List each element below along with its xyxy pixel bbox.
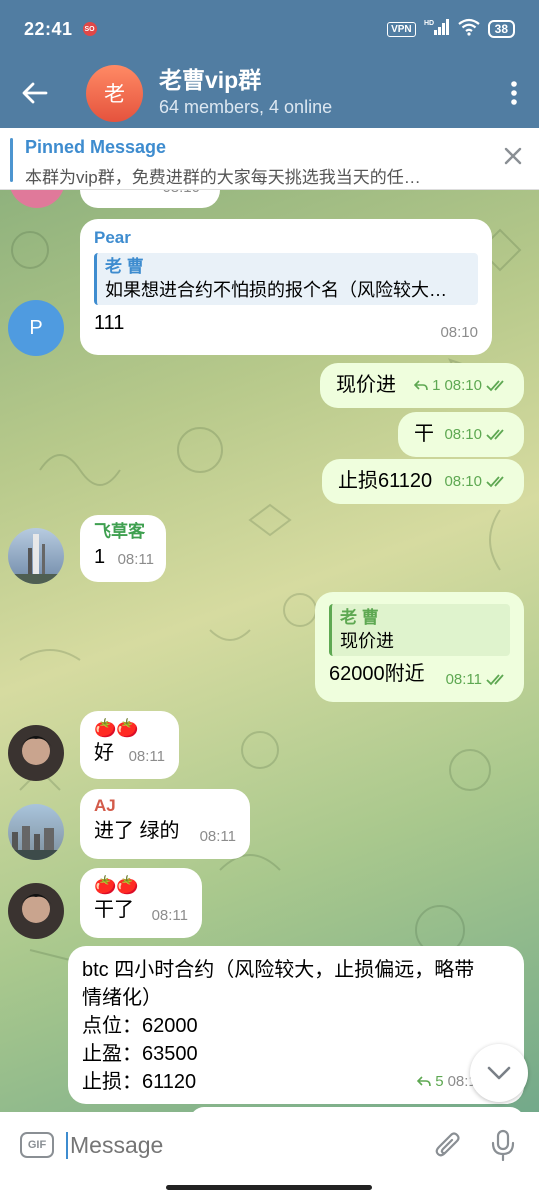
double-check-icon (486, 380, 504, 392)
message-text-line: 点位：62000 (82, 1015, 198, 1037)
pinned-message[interactable]: Pinned Message 本群为vip群，免费进群的大家每天挑选我当天的任… (0, 128, 539, 190)
paperclip-icon (435, 1132, 460, 1157)
message-text: 现价进 (336, 374, 396, 396)
so-badge: SO (82, 22, 97, 36)
status-icons: VPN HD 38 (387, 18, 515, 41)
avatar[interactable]: P (8, 300, 64, 356)
message-text-line: btc 四小时合约（风险较大，止损偏远，略带 (82, 959, 475, 981)
rocket-photo-icon (8, 534, 64, 584)
more-menu-button[interactable] (489, 58, 539, 128)
message-time: 08:10 (162, 190, 200, 202)
reply-count: 1 (432, 377, 441, 394)
scroll-down-button[interactable] (470, 1044, 528, 1102)
reply-quote[interactable]: 老 曹 现价进 (329, 604, 510, 656)
system-nav-bar (0, 1178, 539, 1200)
message-text: 止损61120 (338, 470, 433, 492)
message-meta: 1 08:10 (414, 372, 510, 400)
sender-name[interactable]: Pear (94, 227, 478, 249)
group-avatar[interactable]: 老 (86, 64, 143, 122)
chat-header: 老 老曹vip群 64 members, 4 online (0, 58, 539, 128)
sender-name[interactable]: 🍅🍅 (94, 874, 188, 896)
message-time: 08:11 (128, 748, 165, 765)
quote-sender: 老 曹 (105, 257, 144, 276)
message-text-line: 情绪化） (82, 987, 162, 1009)
message-meta: 08:11 (446, 666, 510, 694)
sender-name[interactable]: 🍅🍅 (94, 717, 165, 739)
double-check-icon (486, 476, 504, 488)
message-bubble[interactable]: btc 四小时合约（风险较大，止损偏远，略带 情绪化） 点位：62000 止盈：… (68, 946, 524, 1104)
message-text: 111 (94, 312, 125, 334)
message-time: 08:11 (151, 907, 188, 924)
pinned-indicator (10, 138, 13, 182)
chat-area[interactable]: 08:10 P Pear 老 曹 如果想进合约不怕损的报个名（风险较大… 111… (0, 190, 539, 1112)
sender-name[interactable]: AJ (94, 795, 236, 817)
gif-button[interactable]: GIF (20, 1132, 54, 1158)
battery-icon: 38 (487, 20, 515, 38)
quote-sender: 老 曹 (340, 608, 379, 627)
close-pinned-button[interactable] (503, 146, 523, 171)
voice-button[interactable] (473, 1129, 533, 1161)
double-check-icon (486, 674, 504, 686)
home-indicator[interactable] (166, 1185, 372, 1190)
message-bubble-outgoing[interactable]: 止损61120 08:10 (322, 459, 524, 504)
message-time: 08:11 (199, 828, 236, 845)
message-input[interactable] (66, 1131, 386, 1159)
user-photo-icon (20, 736, 52, 765)
cityscape-photo-icon (8, 826, 64, 860)
more-vertical-icon (511, 81, 517, 105)
reply-quote[interactable]: 老 曹 如果想进合约不怕损的报个名（风险较大… (94, 253, 478, 305)
reply-icon (414, 380, 428, 391)
message-bubble[interactable]: 🍅🍅 好 08:11 (80, 711, 179, 779)
message-text: 干 (414, 423, 434, 445)
quote-text: 现价进 (340, 631, 394, 651)
svg-text:HD: HD (424, 20, 434, 27)
back-arrow-icon (22, 82, 48, 104)
user-photo-icon (20, 894, 52, 923)
message-meta: 08:10 (444, 468, 510, 496)
message-bubble[interactable]: AJ 进了 绿的 08:11 (80, 789, 250, 859)
sender-name[interactable]: 飞草客 (94, 521, 152, 543)
message-bubble[interactable]: Pear 老 曹 如果想进合约不怕损的报个名（风险较大… 111 08:10 (80, 219, 492, 355)
message-meta: 08:10 (444, 421, 510, 449)
chat-title: 老曹vip群 (159, 67, 262, 93)
message-bubble-outgoing[interactable]: 现价进 1 08:10 (320, 363, 524, 408)
close-icon (504, 147, 522, 165)
avatar[interactable] (8, 528, 64, 584)
quote-text: 如果想进合约不怕损的报个名（风险较大… (105, 280, 447, 300)
microphone-icon (491, 1129, 515, 1161)
reply-icon (417, 1076, 432, 1087)
signal-icon: HD (424, 18, 450, 41)
avatar[interactable] (8, 804, 64, 860)
message-bubble[interactable]: 飞草客 1 08:11 (80, 515, 166, 582)
pinned-text: 本群为vip群，免费进群的大家每天挑选我当天的任… (25, 168, 421, 187)
wifi-icon (457, 18, 480, 41)
message-bubble-outgoing[interactable]: 老 曹 现价进 62000附近 08:11 (315, 592, 524, 702)
message-bubble[interactable]: 08:10 (80, 190, 220, 208)
message-bubble[interactable]: 🍅🍅 干了 08:11 (80, 868, 202, 938)
back-button[interactable] (0, 58, 70, 128)
message-bubble-outgoing[interactable]: 干 08:10 (398, 412, 524, 457)
chevron-down-icon (487, 1066, 511, 1080)
reply-count: 5 (435, 1073, 444, 1090)
attach-button[interactable] (423, 1130, 473, 1160)
status-time: 22:41 (24, 18, 73, 39)
message-input-bar: GIF (0, 1112, 539, 1178)
message-text-line: 止盈：63500 (82, 1043, 198, 1065)
avatar[interactable] (8, 725, 64, 781)
chat-info[interactable]: 老曹vip群 64 members, 4 online (159, 66, 332, 120)
avatar[interactable] (8, 883, 64, 939)
message-time: 08:10 (444, 426, 482, 443)
pinned-title: Pinned Message (25, 137, 167, 157)
message-time: 08:11 (445, 671, 482, 688)
message-time: 08:10 (440, 324, 478, 341)
status-bar: 22:41 SO VPN HD 38 (0, 0, 539, 58)
message-time: 08:11 (117, 551, 154, 568)
message-time: 08:10 (444, 473, 482, 490)
chat-subtitle: 64 members, 4 online (159, 97, 333, 117)
double-check-icon (486, 429, 504, 441)
message-time: 08:10 (444, 377, 482, 394)
vpn-badge: VPN (387, 21, 416, 37)
